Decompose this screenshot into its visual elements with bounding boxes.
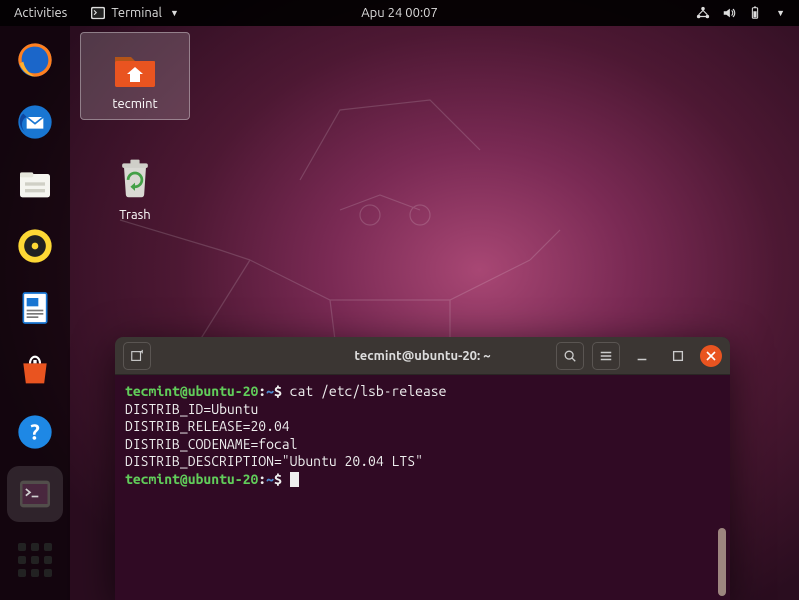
shopping-bag-icon bbox=[15, 350, 55, 390]
document-icon bbox=[15, 288, 55, 328]
firefox-icon bbox=[15, 40, 55, 80]
dock-item-software[interactable] bbox=[11, 346, 59, 394]
prompt-sigil: $ bbox=[274, 471, 282, 487]
search-button[interactable] bbox=[556, 342, 584, 370]
maximize-icon bbox=[671, 349, 685, 363]
dock-item-thunderbird[interactable] bbox=[11, 98, 59, 146]
dock-item-terminal[interactable] bbox=[11, 470, 59, 518]
prompt-sigil: $ bbox=[274, 383, 282, 399]
desktop-icon-trash[interactable]: Trash bbox=[80, 144, 190, 230]
terminal-line: tecmint@ubuntu-20:~$ cat /etc/lsb-releas… bbox=[125, 383, 720, 401]
chevron-down-icon: ▼ bbox=[776, 8, 785, 18]
files-icon bbox=[15, 164, 55, 204]
scrollbar-thumb[interactable] bbox=[718, 528, 726, 596]
prompt-path: ~ bbox=[266, 471, 274, 487]
terminal-line: tecmint@ubuntu-20:~$ bbox=[125, 471, 720, 489]
terminal-line: DISTRIB_CODENAME=focal bbox=[125, 436, 720, 454]
prompt-user-host: tecmint@ubuntu-20 bbox=[125, 471, 258, 487]
window-titlebar[interactable]: tecmint@ubuntu-20: ~ bbox=[115, 337, 730, 375]
close-button[interactable] bbox=[700, 345, 722, 367]
system-status-area[interactable]: ▼ bbox=[696, 6, 799, 20]
activities-button[interactable]: Activities bbox=[0, 6, 81, 20]
app-menu-button[interactable]: Terminal ▼ bbox=[81, 6, 189, 20]
search-icon bbox=[563, 349, 577, 363]
rhythmbox-icon bbox=[15, 226, 55, 266]
new-tab-icon bbox=[130, 349, 144, 363]
terminal-icon bbox=[91, 6, 105, 20]
cursor bbox=[290, 472, 299, 487]
terminal-line: DISTRIB_DESCRIPTION="Ubuntu 20.04 LTS" bbox=[125, 453, 720, 471]
dock-item-help[interactable]: ? bbox=[11, 408, 59, 456]
terminal-body[interactable]: tecmint@ubuntu-20:~$ cat /etc/lsb-releas… bbox=[115, 375, 730, 600]
terminal-window: tecmint@ubuntu-20: ~ tecmint@ubuntu-20:~… bbox=[115, 337, 730, 600]
command-text: cat /etc/lsb-release bbox=[290, 383, 447, 399]
prompt-path: ~ bbox=[266, 383, 274, 399]
volume-icon bbox=[722, 6, 736, 20]
desktop-icon-label: Trash bbox=[119, 208, 150, 222]
terminal-line: DISTRIB_ID=Ubuntu bbox=[125, 401, 720, 419]
minimize-button[interactable] bbox=[628, 342, 656, 370]
battery-icon bbox=[748, 6, 762, 20]
desktop-icon-label: tecmint bbox=[112, 97, 157, 111]
dock-item-rhythmbox[interactable] bbox=[11, 222, 59, 270]
dock-item-files[interactable] bbox=[11, 160, 59, 208]
new-tab-button[interactable] bbox=[123, 342, 151, 370]
top-panel: Activities Terminal ▼ Apu 24 00:07 ▼ bbox=[0, 0, 799, 26]
help-icon: ? bbox=[15, 412, 55, 452]
network-icon bbox=[696, 6, 710, 20]
window-title: tecmint@ubuntu-20: ~ bbox=[354, 349, 490, 363]
prompt-sep: : bbox=[258, 383, 266, 399]
prompt-user-host: tecmint@ubuntu-20 bbox=[125, 383, 258, 399]
minimize-icon bbox=[635, 349, 649, 363]
clock[interactable]: Apu 24 00:07 bbox=[361, 6, 438, 20]
app-menu-label: Terminal bbox=[111, 6, 162, 20]
show-applications-button[interactable] bbox=[11, 536, 59, 584]
svg-text:?: ? bbox=[30, 421, 40, 445]
dock: ? bbox=[0, 26, 70, 600]
terminal-icon bbox=[15, 474, 55, 514]
dock-item-writer[interactable] bbox=[11, 284, 59, 332]
dock-item-firefox[interactable] bbox=[11, 36, 59, 84]
terminal-line: DISTRIB_RELEASE=20.04 bbox=[125, 418, 720, 436]
chevron-down-icon: ▼ bbox=[170, 8, 179, 18]
trash-icon bbox=[111, 154, 159, 202]
hamburger-menu-button[interactable] bbox=[592, 342, 620, 370]
hamburger-icon bbox=[599, 349, 613, 363]
close-icon bbox=[706, 351, 716, 361]
folder-home-icon bbox=[111, 43, 159, 91]
thunderbird-icon bbox=[15, 102, 55, 142]
prompt-sep: : bbox=[258, 471, 266, 487]
desktop-icon-home[interactable]: tecmint bbox=[80, 32, 190, 120]
maximize-button[interactable] bbox=[664, 342, 692, 370]
